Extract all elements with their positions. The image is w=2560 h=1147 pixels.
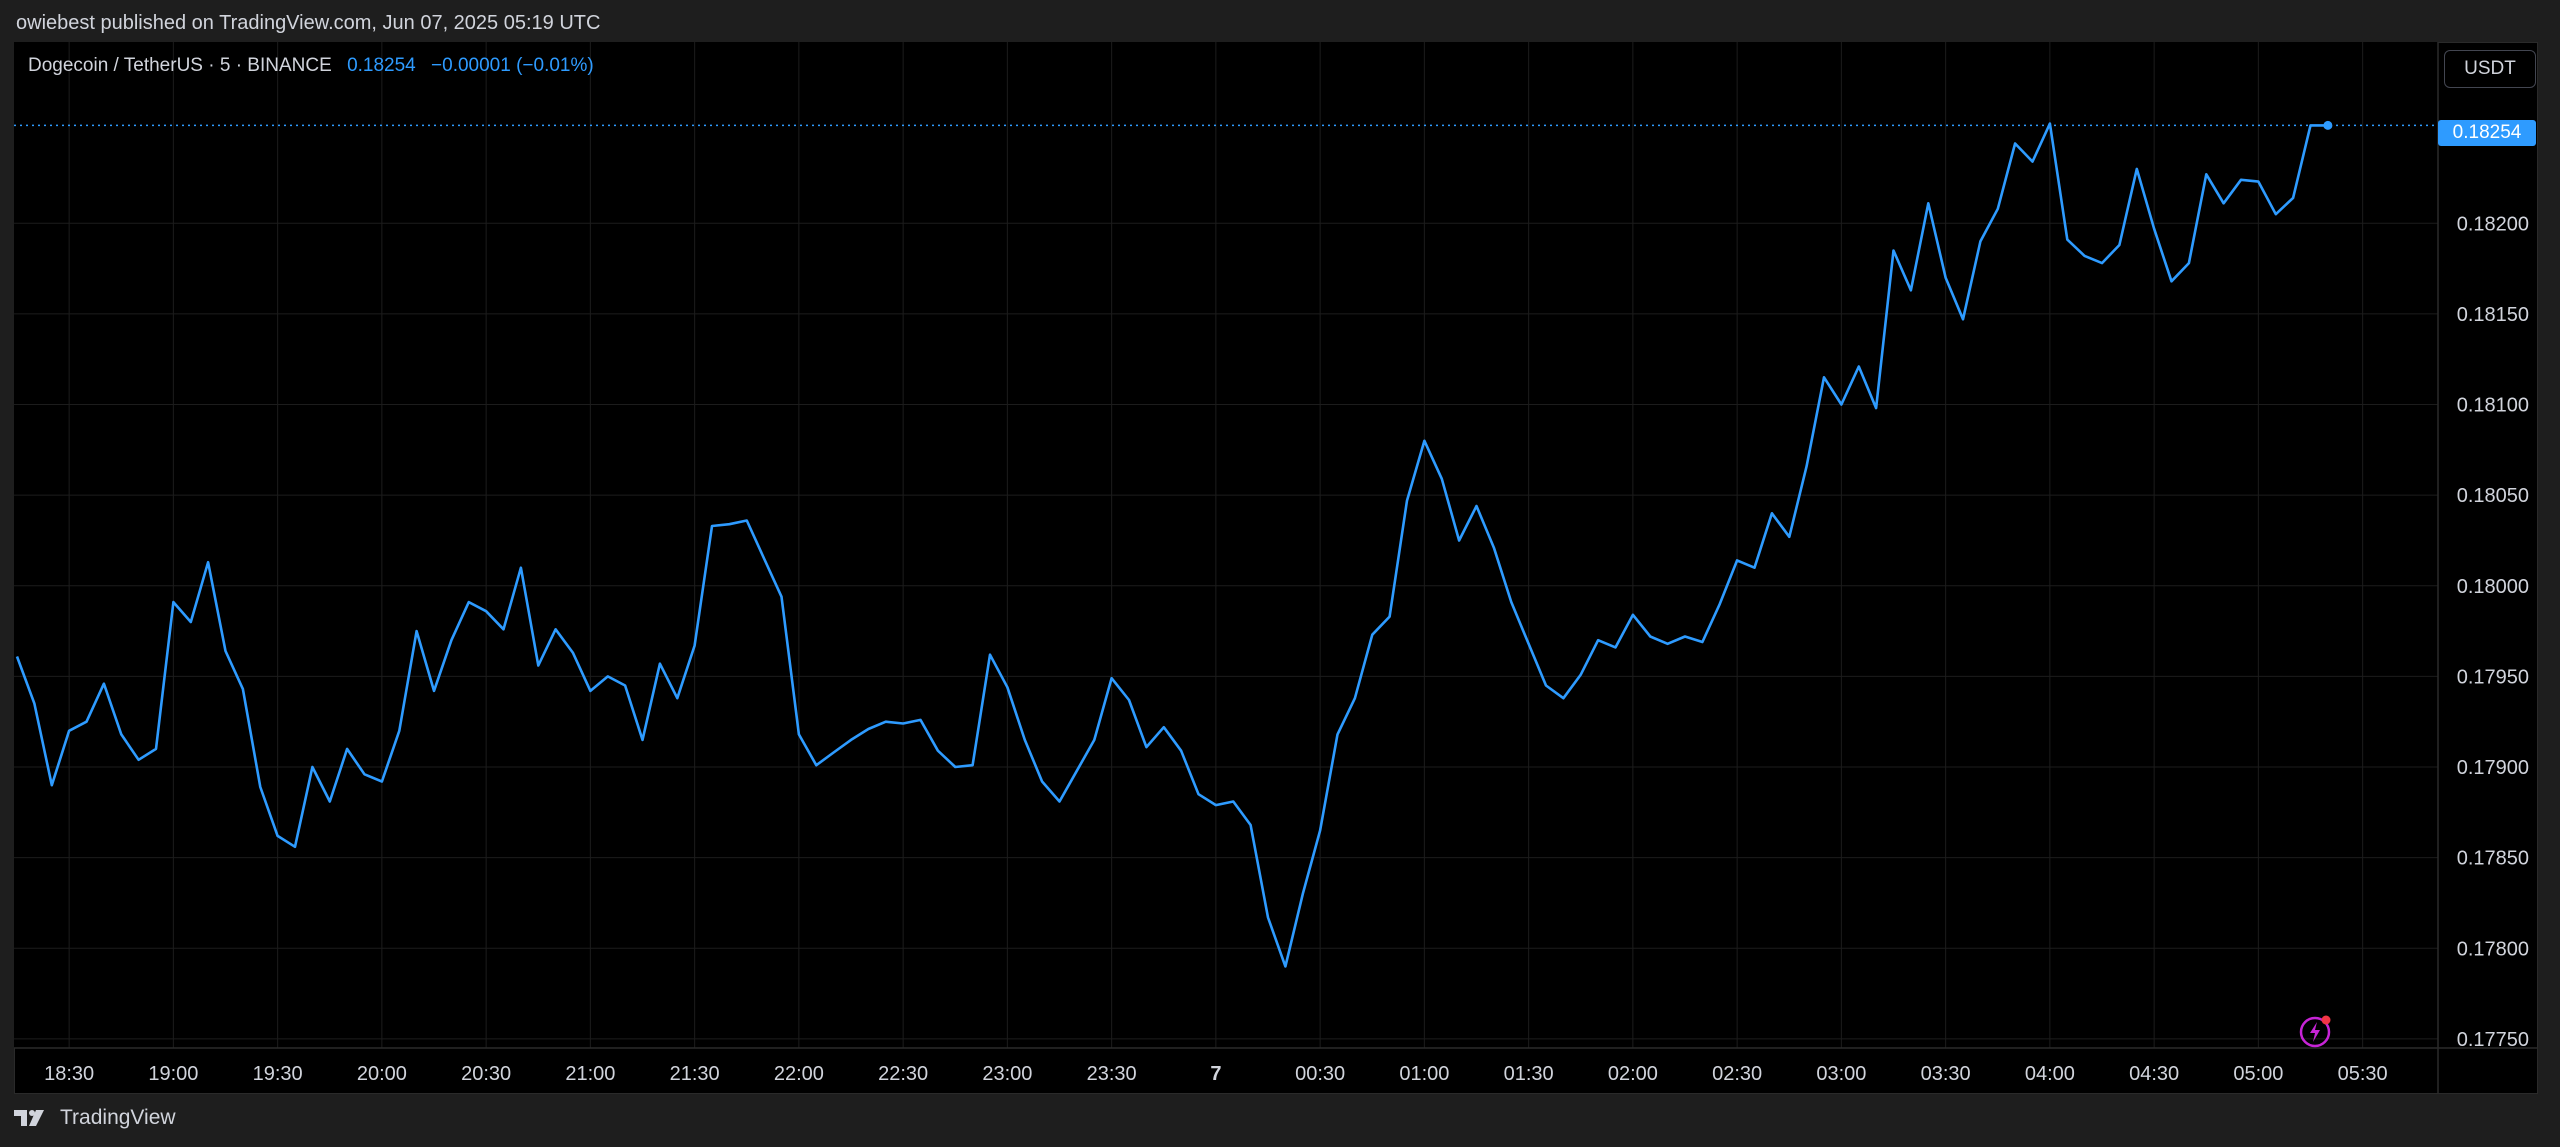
y-tick-label: 0.18100 — [2457, 395, 2529, 417]
legend-price: 0.18254 — [347, 55, 416, 76]
brand-name: TradingView — [60, 1106, 176, 1129]
lightning-icon[interactable] — [2298, 1012, 2338, 1052]
currency-button[interactable]: USDT — [2444, 50, 2536, 88]
x-tick-label: 19:00 — [148, 1063, 198, 1085]
y-tick-label: 0.18150 — [2457, 304, 2529, 326]
y-tick-label: 0.17950 — [2457, 666, 2529, 688]
x-tick-label: 22:30 — [878, 1063, 928, 1085]
x-tick-label: 21:00 — [565, 1063, 615, 1085]
x-tick-label: 21:30 — [670, 1063, 720, 1085]
footer-bar — [0, 1094, 2560, 1147]
x-tick-label: 02:00 — [1608, 1063, 1658, 1085]
x-tick-label: 23:30 — [1087, 1063, 1137, 1085]
price-chart[interactable]: 18:30 19:00 19:30 20:00 20:30 21:00 21:30 22:00… — [0, 0, 2560, 1147]
x-tick-label: 05:00 — [2233, 1063, 2283, 1085]
x-tick-label: 18:30 — [44, 1063, 94, 1085]
last-price-point — [2323, 120, 2333, 130]
y-tick-label: 0.18200 — [2457, 213, 2529, 235]
x-tick-label: 22:00 — [774, 1063, 824, 1085]
tradingview-logo-icon — [14, 1110, 44, 1126]
y-tick-label: 0.18000 — [2457, 576, 2529, 598]
plot-area — [14, 42, 2438, 1048]
last-price-badge: 0.18254 — [2438, 120, 2536, 146]
x-tick-label: 19:30 — [253, 1063, 303, 1085]
x-tick-label: 00:30 — [1295, 1063, 1345, 1085]
x-tick-label: 23:00 — [982, 1063, 1032, 1085]
x-tick-label: 20:30 — [461, 1063, 511, 1085]
y-tick-label: 0.17800 — [2457, 938, 2529, 960]
x-tick-label: 01:00 — [1399, 1063, 1449, 1085]
x-tick-label: 03:00 — [1816, 1063, 1866, 1085]
tradingview-logo[interactable]: TradingView — [14, 1106, 176, 1130]
x-tick-label: 04:30 — [2129, 1063, 2179, 1085]
y-tick-label: 0.17900 — [2457, 757, 2529, 779]
x-tick-label: 03:30 — [1921, 1063, 1971, 1085]
symbol-legend[interactable]: Dogecoin / TetherUS · 5 · BINANCE 0.1825… — [28, 55, 594, 77]
y-tick-label: 0.17850 — [2457, 848, 2529, 870]
legend-change: −0.00001 (−0.01%) — [431, 55, 594, 76]
y-tick-label: 0.18050 — [2457, 485, 2529, 507]
x-tick-label: 20:00 — [357, 1063, 407, 1085]
x-tick-label: 01:30 — [1504, 1063, 1554, 1085]
x-tick-label: 7 — [1210, 1063, 1221, 1085]
x-tick-label: 04:00 — [2025, 1063, 2075, 1085]
x-tick-label: 05:30 — [2338, 1063, 2388, 1085]
x-tick-label: 02:30 — [1712, 1063, 1762, 1085]
symbol-name[interactable]: Dogecoin / TetherUS · 5 · BINANCE — [28, 55, 332, 76]
